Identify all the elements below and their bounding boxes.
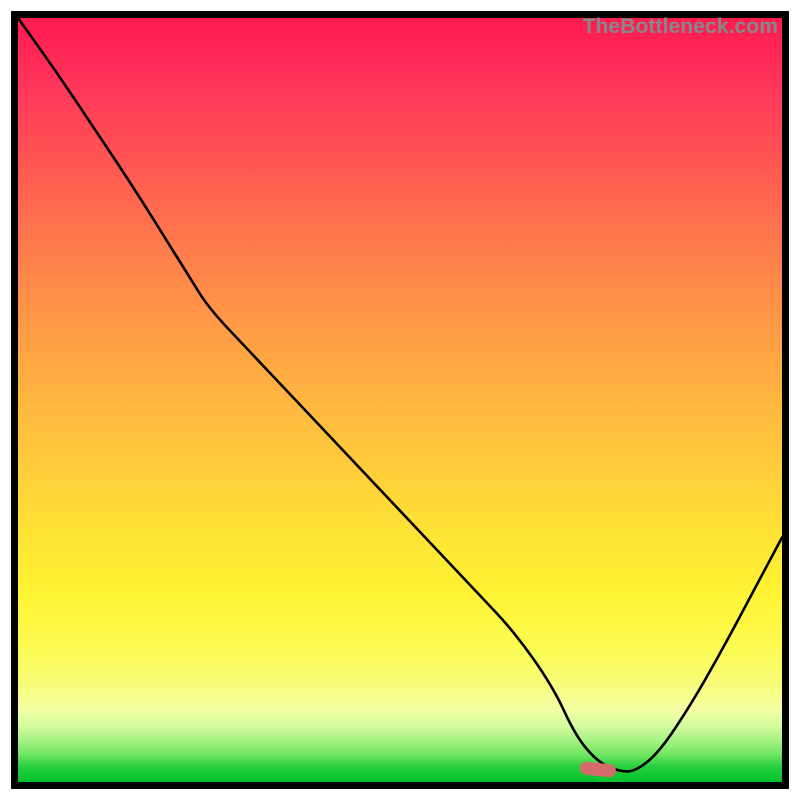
chart-frame: TheBottleneck.com xyxy=(11,11,789,789)
plot-area: TheBottleneck.com xyxy=(18,18,782,782)
watermark-text: TheBottleneck.com xyxy=(583,15,778,39)
optimal-marker xyxy=(579,761,616,778)
bottleneck-line xyxy=(18,18,782,782)
